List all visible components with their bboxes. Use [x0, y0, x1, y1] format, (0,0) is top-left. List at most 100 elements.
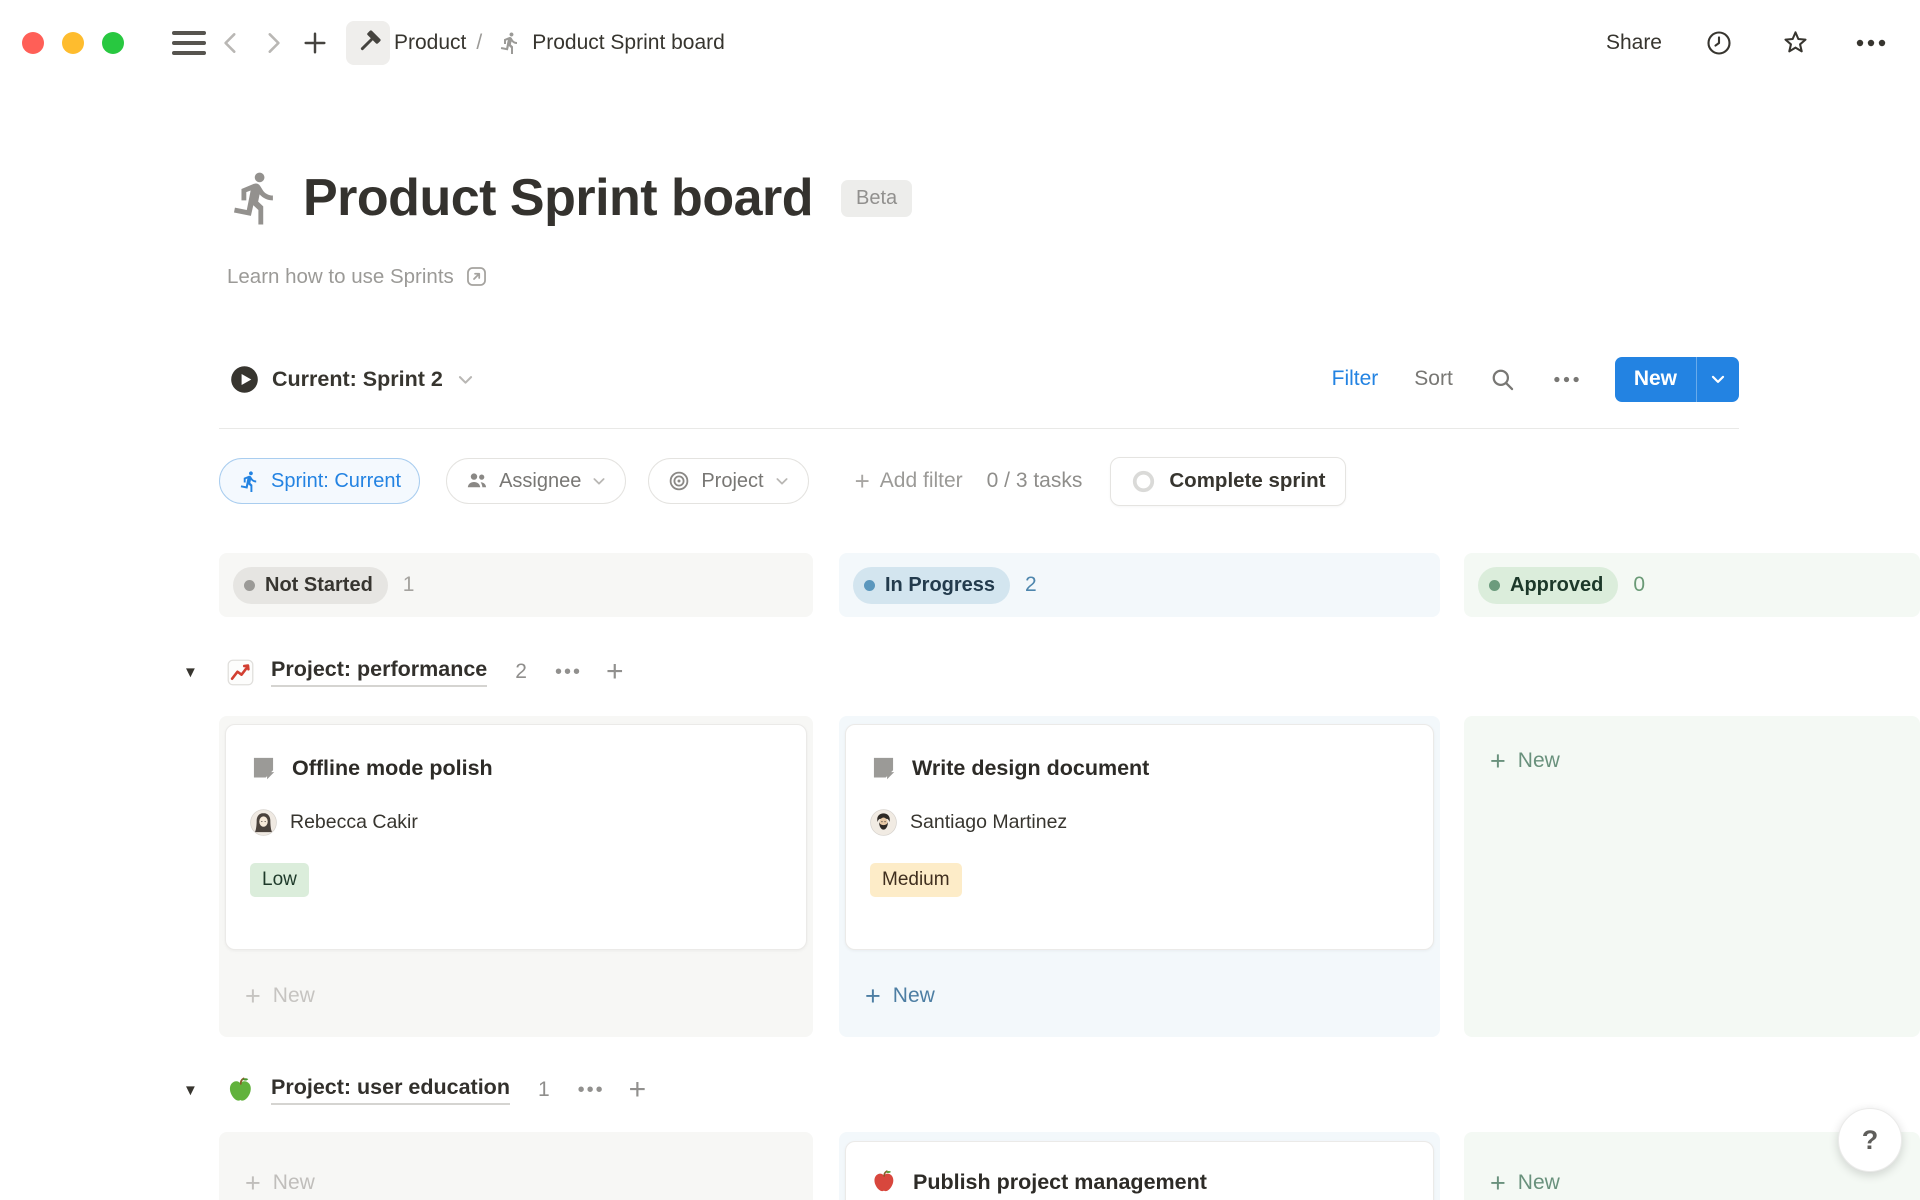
help-button[interactable]: ?	[1838, 1108, 1902, 1172]
new-split-button: New	[1615, 357, 1739, 402]
close-window-button[interactable]	[22, 32, 44, 54]
group-title[interactable]: Project: performance	[271, 657, 487, 687]
clock-icon	[1705, 29, 1733, 57]
page-runner-icon	[227, 169, 285, 227]
priority-badge-medium: Medium	[870, 863, 962, 897]
project-filter-pill[interactable]: Project	[648, 458, 808, 504]
more-options-button[interactable]	[1850, 22, 1892, 64]
task-page-icon	[870, 755, 897, 782]
plus-icon: +	[245, 1170, 261, 1197]
column-count: 1	[403, 573, 415, 597]
page-title[interactable]: Product Sprint board	[303, 168, 813, 228]
view-toolbar: Current: Sprint 2 Filter Sort New	[230, 352, 1739, 406]
plus-icon: +	[865, 983, 881, 1010]
notion-window: Product / Product Sprint board Share Pro…	[0, 0, 1920, 1200]
group-add-button[interactable]: +	[606, 657, 624, 687]
group-count: 2	[515, 660, 527, 684]
view-more-button[interactable]	[1551, 363, 1583, 395]
assignee-filter-label: Assignee	[499, 470, 581, 493]
history-back-button[interactable]	[210, 22, 252, 64]
group-header-performance: ▼ Project: performance 2 ••• +	[183, 648, 624, 696]
share-button[interactable]: Share	[1604, 27, 1664, 59]
plus-icon: +	[245, 983, 261, 1010]
sort-button[interactable]: Sort	[1412, 365, 1455, 393]
plus-icon: +	[855, 466, 870, 497]
search-button[interactable]	[1487, 363, 1519, 395]
ellipsis-icon	[1856, 39, 1886, 47]
toolbar-divider	[219, 428, 1739, 429]
zoom-window-button[interactable]	[102, 32, 124, 54]
new-card-button-in-progress[interactable]: + New	[865, 975, 935, 1017]
teamspace-icon-box[interactable]	[346, 21, 390, 65]
status-pill-approved[interactable]: Approved	[1478, 567, 1618, 604]
topbar-actions: Share	[1604, 22, 1892, 64]
new-button[interactable]: New	[1615, 357, 1696, 402]
collapse-triangle-icon[interactable]: ▼	[183, 664, 205, 681]
breadcrumb-teamspace[interactable]: Product	[394, 31, 466, 55]
card-assignee-name: Rebecca Cakir	[290, 811, 418, 834]
runner-icon	[498, 31, 522, 55]
filter-bar: Sprint: Current Assignee Project + Add f…	[219, 455, 1739, 507]
priority-badge-low: Low	[250, 863, 309, 897]
external-link-icon	[464, 264, 489, 289]
progress-ring-icon	[1131, 469, 1156, 494]
add-filter-button[interactable]: + Add filter	[849, 465, 969, 498]
filter-button[interactable]: Filter	[1330, 365, 1381, 393]
ellipsis-icon	[1553, 376, 1580, 383]
add-filter-label: Add filter	[880, 469, 963, 493]
red-apple-icon	[870, 1168, 898, 1196]
plus-icon: +	[1490, 1170, 1506, 1197]
column-label: Not Started	[265, 574, 373, 597]
group-more-button[interactable]: •••	[555, 661, 582, 684]
group-title[interactable]: Project: user education	[271, 1075, 510, 1105]
chevron-right-icon	[260, 30, 286, 56]
learn-sprints-link[interactable]: Learn how to use Sprints	[227, 264, 489, 289]
learn-sprints-label: Learn how to use Sprints	[227, 265, 454, 289]
column-count: 2	[1025, 573, 1037, 597]
card-offline-mode-polish[interactable]: Offline mode polish Rebecca Cakir Low	[225, 724, 807, 950]
history-forward-button[interactable]	[252, 22, 294, 64]
beta-badge: Beta	[841, 180, 912, 217]
project-filter-label: Project	[701, 470, 763, 493]
chevron-down-icon	[591, 473, 607, 489]
new-card-button-not-started[interactable]: + New	[245, 975, 315, 1017]
group-add-button[interactable]: +	[629, 1075, 647, 1105]
avatar-santiago	[870, 809, 897, 836]
new-card-button-approved[interactable]: + New	[1490, 1162, 1560, 1200]
complete-sprint-button[interactable]: Complete sprint	[1110, 457, 1346, 506]
card-publish-project-management[interactable]: Publish project management	[845, 1141, 1434, 1200]
new-dropdown-button[interactable]	[1696, 357, 1739, 402]
sidebar-toggle-button[interactable]	[168, 22, 210, 64]
column-label: Approved	[1510, 574, 1603, 597]
card-assignee-name: Santiago Martinez	[910, 811, 1067, 834]
status-dot	[244, 580, 255, 591]
column-count: 0	[1633, 573, 1645, 597]
hammer-icon	[355, 29, 382, 56]
minimize-window-button[interactable]	[62, 32, 84, 54]
play-circle-icon	[230, 365, 259, 394]
status-dot	[1489, 580, 1500, 591]
new-card-button-not-started[interactable]: + New	[245, 1162, 315, 1200]
people-icon	[465, 469, 489, 493]
column-header-not-started: Not Started 1	[219, 553, 813, 617]
status-pill-not-started[interactable]: Not Started	[233, 567, 388, 604]
group-more-button[interactable]: •••	[578, 1079, 605, 1102]
star-icon	[1781, 28, 1810, 57]
column-label: In Progress	[885, 574, 995, 597]
favorite-button[interactable]	[1774, 22, 1816, 64]
chart-increasing-icon	[225, 657, 256, 688]
new-page-button[interactable]	[294, 22, 336, 64]
breadcrumb-page[interactable]: Product Sprint board	[532, 31, 725, 55]
plus-icon: +	[1490, 748, 1506, 775]
sprint-filter-pill[interactable]: Sprint: Current	[219, 458, 420, 504]
view-switcher[interactable]: Current: Sprint 2	[230, 365, 475, 394]
runner-icon	[238, 470, 261, 493]
plus-icon	[301, 29, 329, 57]
assignee-filter-pill[interactable]: Assignee	[446, 458, 626, 504]
updates-button[interactable]	[1698, 22, 1740, 64]
card-write-design-document[interactable]: Write design document Santiago Martinez …	[845, 724, 1434, 950]
search-icon	[1489, 366, 1516, 393]
new-card-button-approved[interactable]: + New	[1490, 740, 1560, 782]
collapse-triangle-icon[interactable]: ▼	[183, 1082, 205, 1099]
status-pill-in-progress[interactable]: In Progress	[853, 567, 1010, 604]
